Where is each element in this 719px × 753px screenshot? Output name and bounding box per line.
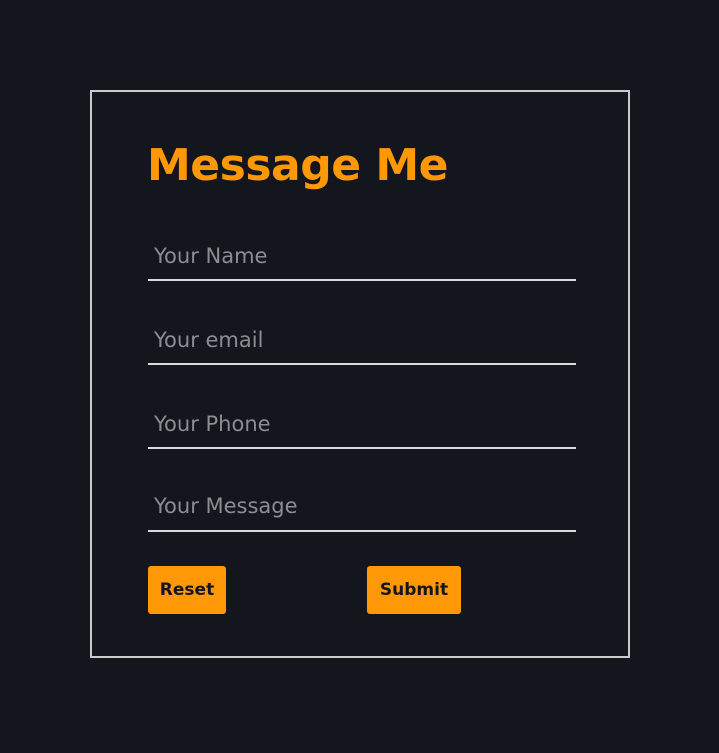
name-input[interactable] xyxy=(148,233,576,279)
name-field-wrapper xyxy=(148,233,576,281)
email-input[interactable] xyxy=(148,317,576,363)
phone-field-wrapper xyxy=(148,401,576,449)
form-title: Message Me xyxy=(147,140,448,191)
email-field-wrapper xyxy=(148,317,576,365)
message-field-wrapper xyxy=(148,484,576,532)
submit-button[interactable]: Submit xyxy=(367,566,461,614)
contact-form-card: Message Me Reset Submit xyxy=(90,90,630,658)
message-textarea[interactable] xyxy=(148,484,576,530)
phone-input[interactable] xyxy=(148,401,576,447)
reset-button[interactable]: Reset xyxy=(148,566,226,614)
